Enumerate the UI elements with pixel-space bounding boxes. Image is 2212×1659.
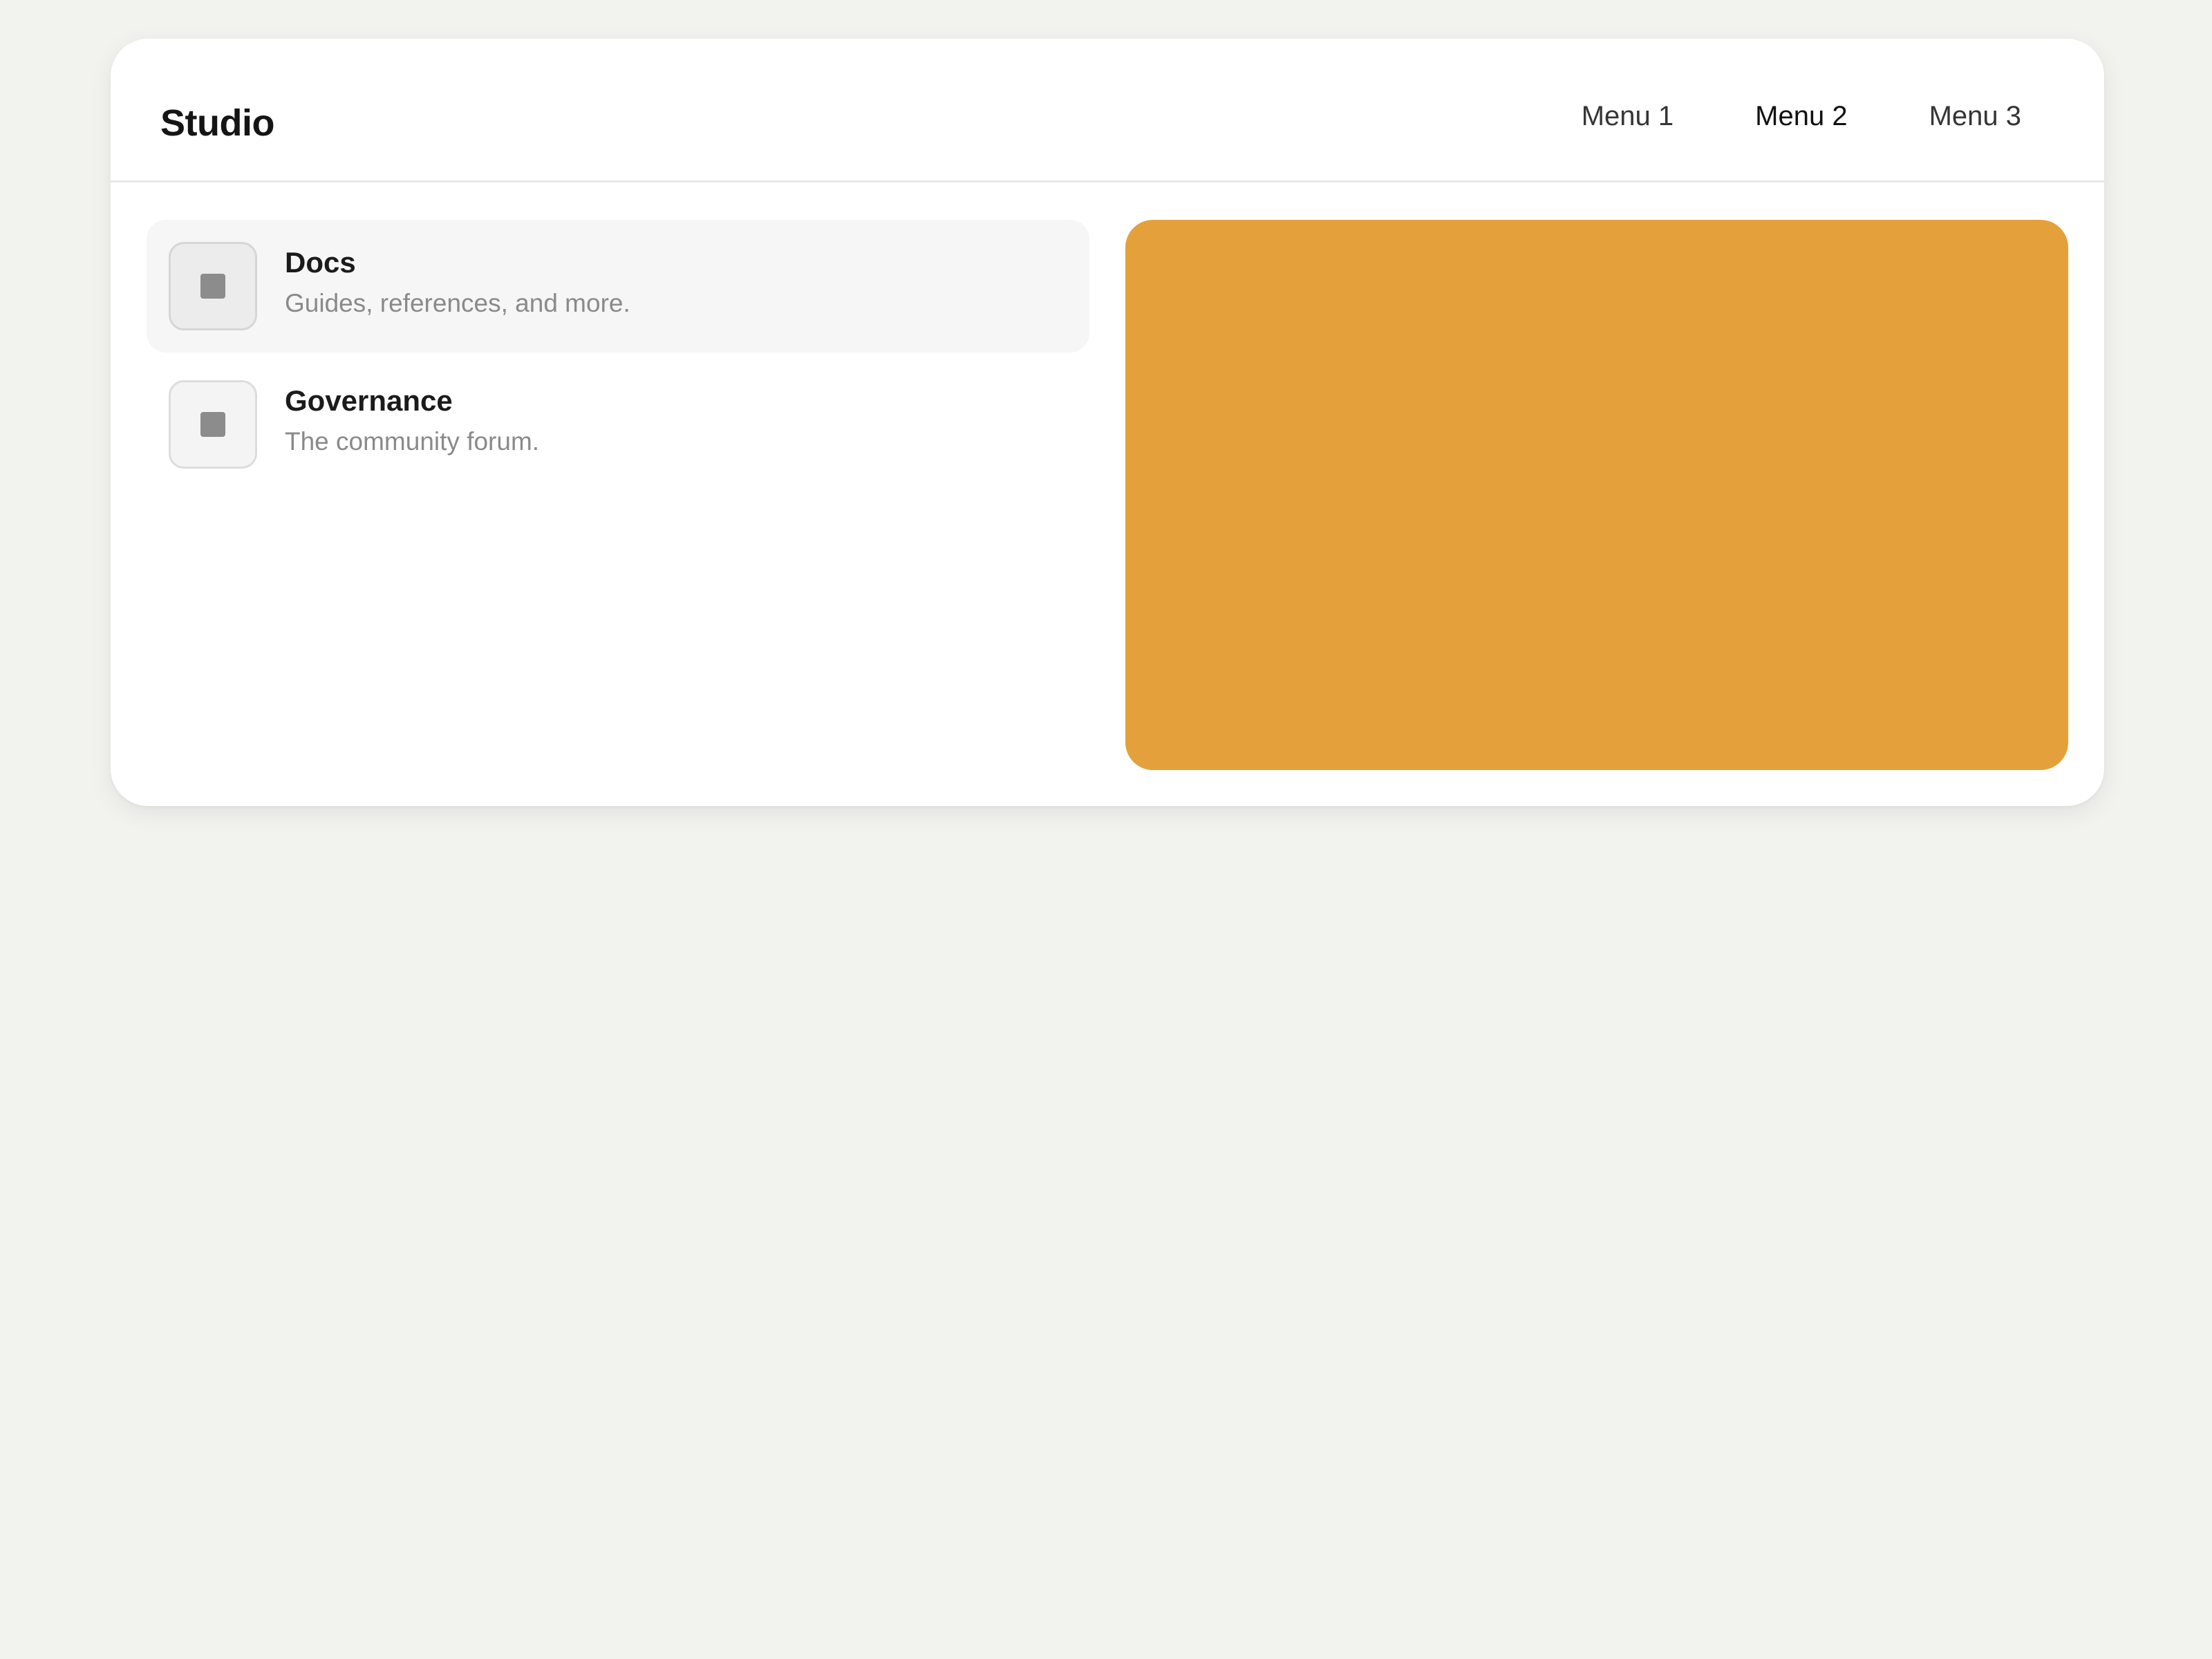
square-icon: [200, 412, 225, 437]
feature-panel: [1125, 220, 2068, 770]
list-item-description: Guides, references, and more.: [285, 289, 630, 317]
top-nav: Menu 1 Menu 2 Menu 3: [1582, 101, 2021, 132]
docs-icon-tile: [169, 242, 257, 330]
governance-icon-tile: [169, 380, 257, 469]
list-item-docs[interactable]: Docs Guides, references, and more.: [147, 220, 1089, 353]
nav-menu-1[interactable]: Menu 1: [1582, 101, 1674, 132]
nav-menu-3[interactable]: Menu 3: [1929, 101, 2021, 132]
list-item-title: Docs: [285, 246, 356, 279]
list-item-title: Governance: [285, 384, 453, 417]
menu-list: Docs Guides, references, and more. Gover…: [147, 220, 1089, 496]
list-item-governance[interactable]: Governance The community forum.: [147, 358, 1089, 491]
square-icon: [200, 274, 225, 299]
list-item-description: The community forum.: [285, 427, 540, 456]
brand-logo[interactable]: Studio: [160, 102, 274, 144]
nav-menu-2[interactable]: Menu 2: [1755, 101, 1847, 132]
menu-card: Studio Menu 1 Menu 2 Menu 3 Docs Guides,…: [111, 39, 2104, 806]
header: Studio Menu 1 Menu 2 Menu 3: [111, 39, 2104, 182]
